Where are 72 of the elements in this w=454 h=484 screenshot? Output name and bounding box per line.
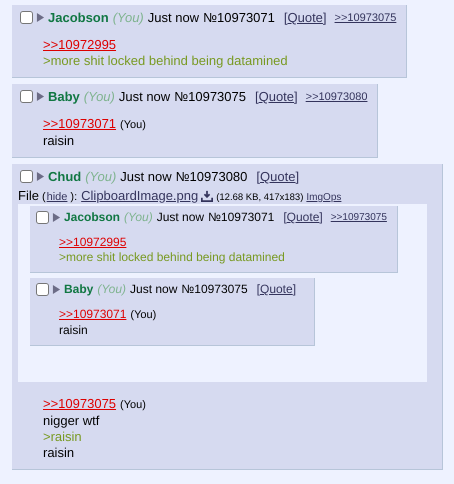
menu-toggle-icon[interactable] [52, 212, 61, 222]
poster-name: Chud [48, 169, 82, 184]
poster-name: Baby [48, 89, 80, 104]
file-name-link[interactable]: ClipboardImage.png [81, 188, 198, 203]
quote-reference-link[interactable]: >>10972995 [43, 37, 116, 52]
download-icon[interactable] [201, 190, 214, 202]
paren: ): [70, 191, 78, 203]
bracket: ] [322, 10, 327, 25]
menu-toggle-icon[interactable] [36, 91, 45, 102]
poster-name: Jacobson [48, 10, 109, 25]
post-number[interactable]: №10973075 [181, 282, 248, 296]
backlink[interactable]: >>10973075 [334, 12, 396, 24]
post-time: Just now [148, 10, 200, 25]
post-number[interactable]: №10973071 [208, 210, 274, 224]
quote-reference-link[interactable]: >>10972995 [59, 235, 126, 249]
quote-link[interactable]: Quote [258, 89, 294, 104]
you-label: (You) [120, 399, 146, 411]
quote-reference-link[interactable]: >>10973071 [43, 116, 116, 131]
you-label: (You) [120, 119, 146, 131]
you-label: (You) [85, 169, 116, 184]
checkbox[interactable] [36, 282, 49, 296]
menu-toggle-icon[interactable] [52, 284, 61, 294]
you-label: (You) [130, 309, 156, 321]
quote-reference-link[interactable]: >>10973071 [59, 307, 126, 321]
bracket: [ [284, 10, 288, 25]
post-time: Just now [130, 282, 178, 296]
post-time: Just now [120, 169, 172, 184]
greentext: >raisin [43, 429, 82, 444]
backlink[interactable]: >>10973080 [306, 90, 368, 102]
post-time: Just now [156, 210, 204, 224]
post-text: raisin [43, 445, 74, 460]
poster-name: Baby [64, 282, 94, 296]
greentext: >more shit locked behind being datamined [43, 53, 288, 68]
file-info: (12.68 KB, 417x183) [216, 192, 304, 203]
quote-link[interactable]: Quote [260, 282, 293, 296]
post-text: raisin [43, 133, 74, 148]
bracket: [ [256, 282, 260, 296]
quote-link[interactable]: Quote [286, 210, 320, 224]
quote-link[interactable]: Quote [260, 169, 296, 184]
file-label: File [18, 188, 39, 203]
checkbox[interactable] [20, 90, 33, 103]
bracket: [ [256, 169, 260, 184]
paren: ( [42, 191, 46, 203]
menu-toggle-icon[interactable] [36, 171, 45, 182]
you-label: (You) [124, 210, 153, 224]
bracket: ] [295, 169, 300, 184]
bracket: [ [254, 89, 259, 104]
menu-toggle-icon[interactable] [36, 12, 45, 23]
greentext: >more shit locked behind being datamined [59, 250, 285, 264]
backlink[interactable]: >>10973075 [330, 212, 387, 222]
checkbox[interactable] [36, 210, 49, 224]
post-number[interactable]: №10973071 [203, 10, 275, 25]
post-text: nigger wtf [43, 413, 100, 428]
checkbox[interactable] [20, 170, 33, 183]
poster-name: Jacobson [64, 210, 120, 224]
checkbox[interactable] [20, 11, 33, 24]
bracket: [ [283, 210, 287, 224]
you-label: (You) [97, 282, 126, 296]
bracket: ] [292, 282, 296, 296]
bracket: ] [294, 89, 298, 104]
quote-reference-link[interactable]: >>10973075 [43, 396, 116, 411]
hide-link[interactable]: hide [46, 191, 68, 203]
attached-screenshot[interactable]: Jacobson (You) Just now №10973071 [Quote] >>10973075 >>10972995 >more shit locked behind being datamined Baby (You) Just now №10973075 [Quote] >>10973071 (You) raisin [18, 204, 427, 382]
post-number[interactable]: №10973080 [176, 169, 248, 184]
you-label: (You) [112, 10, 144, 25]
post-number[interactable]: №10973075 [174, 89, 246, 104]
quote-link[interactable]: Quote [288, 10, 323, 25]
post-time: Just now [118, 89, 170, 104]
imgops-link[interactable]: ImgOps [306, 192, 342, 203]
you-label: (You) [84, 89, 115, 104]
bracket: ] [319, 210, 323, 224]
post-text: raisin [59, 323, 88, 337]
